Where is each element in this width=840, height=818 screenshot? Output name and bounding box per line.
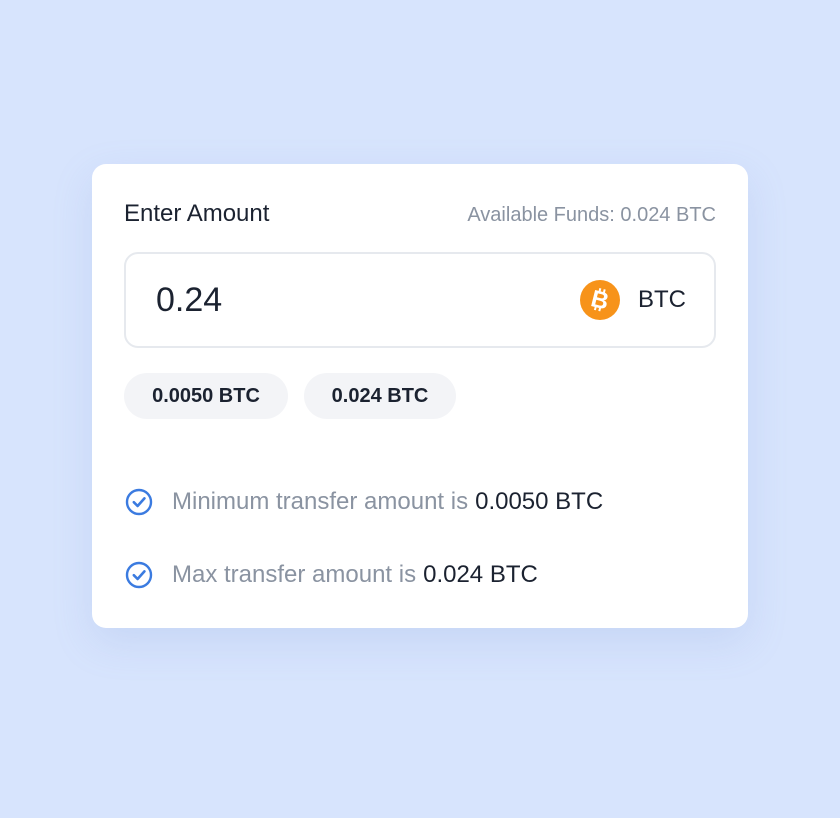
max-transfer-text: Max transfer amount is [172, 561, 417, 588]
minimum-transfer-rule: Minimum transfer amount is 0.0050 BTC [124, 484, 603, 520]
max-transfer-rule: Max transfer amount is 0.024 BTC [124, 557, 538, 593]
check-circle-icon [125, 561, 153, 589]
enter-amount-title: Enter Amount [124, 200, 270, 227]
available-funds-label: Available Funds: 0.024 BTC [467, 204, 716, 226]
transfer-amount-card: Enter Amount Available Funds: 0.024 BTC … [92, 164, 748, 628]
max-transfer-value: 0.024 BTC [423, 561, 538, 588]
minimum-transfer-text: Minimum transfer amount is [172, 488, 469, 515]
minimum-transfer-value: 0.0050 BTC [475, 488, 604, 515]
quick-amount-max-button[interactable]: 0.024 BTC [304, 373, 456, 419]
check-circle-icon [125, 488, 153, 516]
currency-label: BTC [638, 286, 686, 313]
amount-input[interactable] [156, 274, 536, 326]
bitcoin-icon: B [580, 280, 620, 320]
amount-field[interactable]: B BTC [124, 252, 716, 348]
quick-amount-min-button[interactable]: 0.0050 BTC [124, 373, 288, 419]
